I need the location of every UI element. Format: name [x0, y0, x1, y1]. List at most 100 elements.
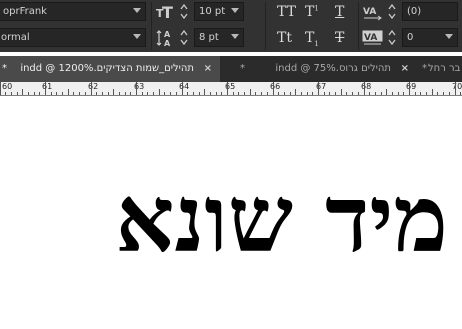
- kerning-icon: VA: [362, 29, 384, 51]
- font-size-value: 10 pt: [199, 6, 226, 17]
- ruler-tick: [51, 92, 52, 95]
- ruler-tick: [28, 92, 29, 95]
- document-text[interactable]: מיד שונא: [115, 169, 448, 269]
- ruler-label: 69: [406, 82, 417, 91]
- font-style-dropdown[interactable]: ormal: [0, 28, 146, 47]
- ruler-tick: [301, 92, 302, 95]
- ruler-tick: [290, 92, 291, 95]
- strikethrough-button[interactable]: T: [335, 30, 344, 46]
- leading-value: 8 pt: [199, 32, 219, 43]
- ruler-tick: [381, 92, 382, 95]
- font-size-stepper[interactable]: [178, 2, 190, 21]
- document-tab[interactable]: * תהילים גרוס.indd @ 75% ×: [220, 56, 416, 82]
- ruler-tick: [182, 82, 183, 95]
- tracking-input[interactable]: (0): [402, 2, 458, 21]
- ruler-tick: [136, 82, 137, 95]
- font-size-input[interactable]: 10 pt: [194, 2, 244, 21]
- ruler-tick: [238, 92, 239, 95]
- ruler-tick: [22, 89, 23, 95]
- leading-stepper[interactable]: [178, 28, 190, 47]
- ruler-tick: [273, 82, 274, 95]
- tracking-icon: VA: [362, 3, 384, 25]
- chevron-down-icon: [231, 8, 239, 13]
- ruler-tick: [221, 92, 222, 95]
- ruler-tick: [199, 92, 200, 95]
- document-canvas[interactable]: מיד שונא: [0, 96, 462, 329]
- ruler-tick: [130, 92, 131, 95]
- ruler-tick: [437, 92, 438, 95]
- superscript-label: T: [305, 4, 315, 20]
- font-family-dropdown[interactable]: oprFrank: [0, 2, 146, 21]
- control-panel: oprFrank ormal TT 10 pt AA 8 pt TT T1 T …: [0, 0, 462, 52]
- document-tab-bar: * תהילים_שמות הצדיקים.indd @ 1200% × * ת…: [0, 56, 462, 82]
- chevron-down-icon: [231, 34, 239, 39]
- ruler-tick: [102, 92, 103, 95]
- ruler-tick: [142, 92, 143, 95]
- ruler-tick: [341, 89, 342, 95]
- tab-title-prefix: *: [240, 63, 245, 74]
- ruler-tick: [73, 92, 74, 95]
- tab-title: תהילים_שמות הצדיקים.indd @ 1200%: [20, 63, 194, 74]
- ruler-tick: [420, 92, 421, 95]
- ruler-tick: [346, 92, 347, 95]
- ruler-tick: [369, 92, 370, 95]
- ruler-label: 66: [270, 82, 281, 91]
- ruler-tick: [312, 92, 313, 95]
- tab-title-prefix: *: [2, 63, 7, 74]
- ruler-tick: [403, 92, 404, 95]
- underline-button[interactable]: T: [335, 4, 344, 20]
- kerning-stepper[interactable]: [386, 28, 398, 47]
- chevron-down-icon: [445, 34, 453, 39]
- font-size-icon: TT: [156, 2, 176, 24]
- ruler-tick: [153, 92, 154, 95]
- close-tab-icon[interactable]: ×: [204, 56, 212, 82]
- leading-input[interactable]: 8 pt: [194, 28, 244, 47]
- ruler-tick: [443, 92, 444, 95]
- ruler-tick: [79, 92, 80, 95]
- ruler-tick: [278, 92, 279, 95]
- tracking-value: (0): [407, 6, 422, 17]
- font-family-value: oprFrank: [3, 6, 47, 17]
- ruler-tick: [96, 92, 97, 95]
- ruler-tick: [113, 89, 114, 95]
- ruler-tick: [5, 92, 6, 95]
- horizontal-ruler[interactable]: 60 61 62 63 64 65 66 67 68 69 70: [0, 82, 462, 96]
- ruler-tick: [34, 92, 35, 95]
- small-caps-button[interactable]: Tt: [277, 30, 292, 46]
- ruler-tick: [187, 92, 188, 95]
- ruler-tick: [11, 92, 12, 95]
- ruler-tick: [159, 89, 160, 95]
- tab-title: בר רחל: [428, 63, 461, 74]
- ruler-tick: [352, 92, 353, 95]
- kerning-input[interactable]: 0: [402, 28, 458, 47]
- ruler-tick: [335, 92, 336, 95]
- close-tab-icon[interactable]: ×: [401, 56, 409, 82]
- all-caps-button[interactable]: TT: [277, 4, 296, 20]
- ruler-tick: [56, 92, 57, 95]
- ruler-tick: [125, 92, 126, 95]
- divider: [151, 2, 152, 50]
- ruler-tick: [255, 92, 256, 95]
- svg-text:A: A: [164, 30, 171, 39]
- subscript-button[interactable]: T1: [305, 30, 319, 48]
- ruler-tick: [210, 92, 211, 95]
- ruler-tick: [398, 92, 399, 95]
- ruler-tick: [415, 92, 416, 95]
- ruler-tick: [307, 92, 308, 95]
- ruler-tick: [364, 82, 365, 95]
- document-tab-active[interactable]: * תהילים_שמות הצדיקים.indd @ 1200% ×: [0, 56, 220, 82]
- ruler-label: 68: [361, 82, 372, 91]
- superscript-button[interactable]: T1: [305, 4, 319, 20]
- chevron-down-icon: [133, 8, 141, 13]
- ruler-tick: [329, 92, 330, 95]
- ruler-tick: [267, 92, 268, 95]
- ruler-tick: [426, 92, 427, 95]
- ruler-tick: [85, 92, 86, 95]
- ruler-tick: [204, 89, 205, 95]
- document-tab[interactable]: * בר רחל: [416, 56, 462, 82]
- tracking-stepper[interactable]: [386, 2, 398, 21]
- ruler-tick: [318, 82, 319, 95]
- divider: [265, 2, 266, 50]
- ruler-tick: [216, 92, 217, 95]
- ruler-tick: [233, 92, 234, 95]
